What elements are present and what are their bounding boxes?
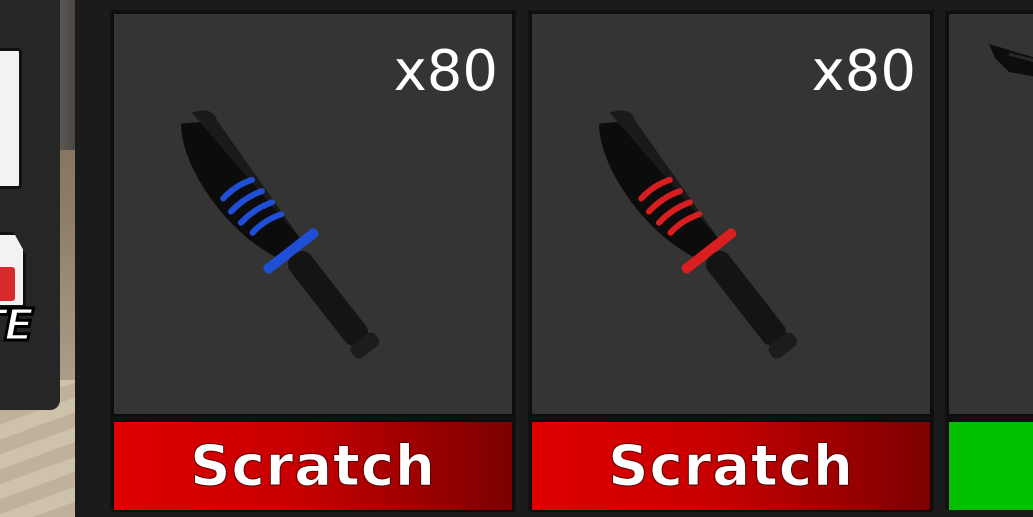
scratch-button[interactable]: Scratch [112,420,514,512]
side-menu-panel: TE [0,0,60,410]
shop-tab-icon[interactable] [0,232,26,308]
knife-red-icon [599,110,798,359]
scratch-button[interactable]: Scratch [530,420,932,512]
scratch-button-label: Scratch [190,433,436,499]
knife-blue-icon [181,110,380,359]
green-action-button[interactable] [947,420,1033,510]
item-frame[interactable]: x80 [112,12,514,416]
inventory-tab-icon[interactable] [0,48,22,189]
inventory-slot-partial[interactable] [945,10,1033,510]
item-frame[interactable] [947,12,1033,416]
inventory-slot[interactable]: x80 Scratch [528,10,934,512]
scratch-button-label: Scratch [608,433,854,499]
gun-icon [989,44,1033,77]
game-world-background: TE [0,0,75,517]
inventory-panel: x80 Scratch x80 Scratch [75,0,1033,517]
side-logo: TE [0,299,36,353]
shop-tab-badge [0,267,15,301]
inventory-slot[interactable]: x80 Scratch [110,10,516,512]
item-frame[interactable]: x80 [530,12,932,416]
